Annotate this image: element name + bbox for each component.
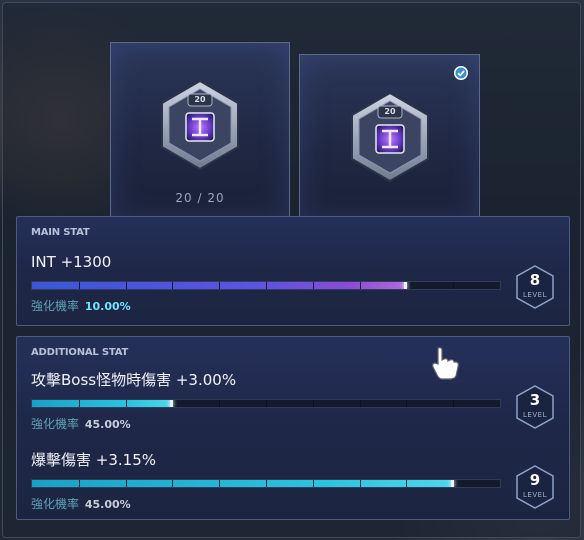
core-slot-2[interactable]: 20 (299, 54, 480, 222)
level-label: LEVEL (523, 491, 547, 499)
bar-tip (404, 282, 408, 289)
additional-stat-2-progress-bar (31, 479, 501, 488)
bar-segment-divider (266, 400, 267, 407)
level-number: 9 (529, 471, 541, 489)
level-number: 8 (529, 271, 541, 289)
additional-stat-2-rate: 強化機率 45.00% (31, 495, 131, 512)
bar-segment-divider (406, 480, 408, 487)
bar-segment-divider (219, 400, 221, 407)
bar-segment-divider (359, 480, 361, 487)
rate-value: 10.00% (84, 300, 131, 313)
bar-segment-divider (266, 282, 267, 289)
main-stat-rate: 強化機率 10.00% (31, 297, 131, 314)
bar-segment-divider (219, 480, 221, 487)
bar-segment-divider (359, 400, 361, 407)
rate-value: 45.00% (84, 498, 131, 511)
bar-segment-divider (78, 282, 80, 289)
badge-level: 20 (194, 95, 206, 104)
additional-stat-2-progress-fill (32, 480, 454, 487)
level-number: 3 (529, 391, 541, 409)
bar-segment-divider (125, 400, 127, 407)
additional-stat-card: ADDITIONAL STAT 攻擊Boss怪物時傷害 +3.00% 強化機率 … (16, 336, 570, 520)
additional-stat-2-level-badge: 9 LEVEL (515, 465, 555, 509)
bar-segment-divider (78, 400, 80, 407)
core-count: 20 / 20 (175, 191, 225, 205)
main-stat-value: INT +1300 (31, 253, 112, 271)
hexagon-gem-icon: 20 (159, 79, 241, 171)
bar-segment-divider (312, 480, 314, 487)
bar-segment-divider (172, 282, 174, 289)
bar-segment-divider (453, 400, 455, 407)
bar-segment-divider (172, 480, 174, 487)
additional-stat-1-value: 攻擊Boss怪物時傷害 +3.00% (31, 371, 237, 389)
bar-tip (451, 480, 455, 487)
additional-stat-1-progress-fill (32, 400, 173, 407)
bar-segment-divider (125, 480, 127, 487)
pointer-hand-icon (432, 347, 459, 380)
main-stat-progress-bar (31, 281, 501, 290)
bar-segment-divider (312, 282, 314, 289)
bar-segment-divider (359, 282, 361, 289)
main-stat-card: MAIN STAT INT +1300 強化機率 10.00% 8 LEVEL (16, 216, 570, 326)
bar-segment-divider (453, 282, 455, 289)
rate-value: 45.00% (84, 418, 131, 431)
hexagon-gem-icon: 20 (349, 91, 431, 183)
level-label: LEVEL (523, 411, 547, 419)
additional-stat-1-level-badge: 3 LEVEL (515, 385, 555, 429)
additional-stat-1-rate: 強化機率 45.00% (31, 415, 131, 432)
bar-tip (170, 400, 174, 407)
bar-segment-divider (266, 480, 267, 487)
bar-segment-divider (125, 282, 127, 289)
check-circle-icon (454, 66, 468, 80)
bar-segment-divider (406, 400, 408, 407)
main-stat-title: MAIN STAT (31, 227, 90, 238)
bar-segment-divider (219, 282, 221, 289)
main-stat-level-badge: 8 LEVEL (515, 265, 555, 309)
badge-level: 20 (384, 107, 396, 116)
rate-label: 強化機率 (31, 417, 80, 431)
additional-stat-1-progress-bar (31, 399, 501, 408)
level-label: LEVEL (523, 291, 547, 299)
bar-segment-divider (312, 400, 314, 407)
additional-stat-2-value: 爆擊傷害 +3.15% (31, 451, 156, 469)
bar-segment-divider (78, 480, 80, 487)
additional-stat-title: ADDITIONAL STAT (31, 347, 129, 358)
rate-label: 強化機率 (31, 299, 80, 313)
core-slot-1[interactable]: 20 20 / 20 (110, 42, 290, 222)
rate-label: 強化機率 (31, 497, 80, 511)
